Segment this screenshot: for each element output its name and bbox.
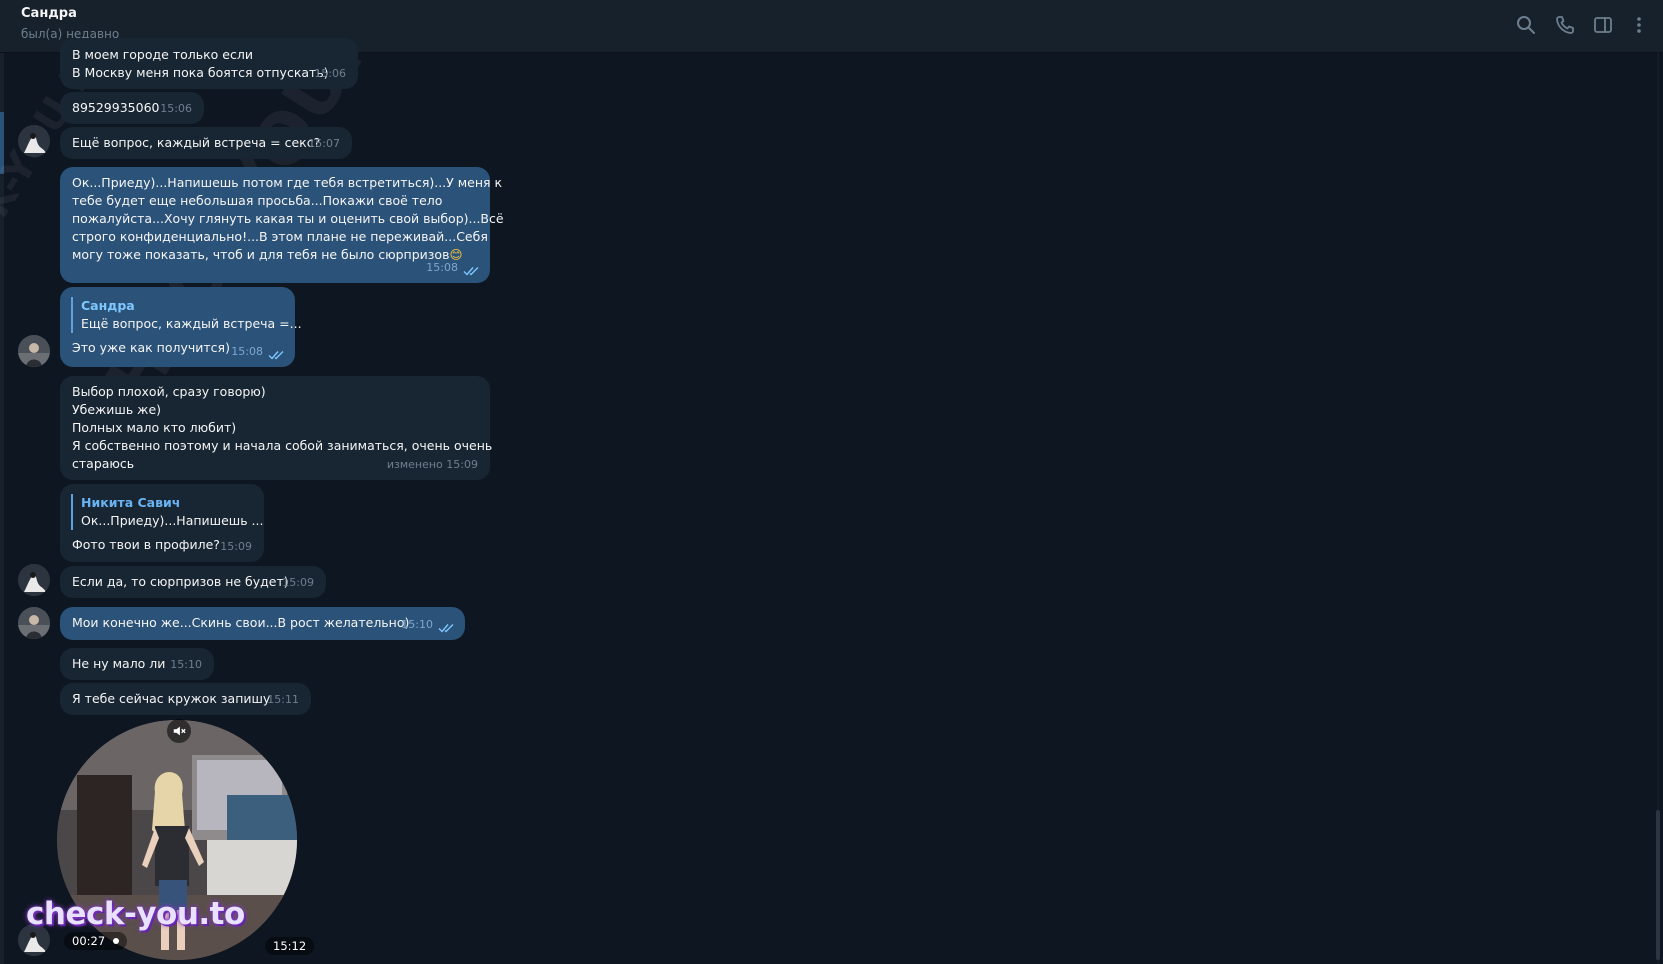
message-outgoing[interactable]: Сандра Ещё вопрос, каждый встреча =... Э… <box>60 287 302 367</box>
message-text: Я тебе сейчас кружок запишу <box>72 691 271 706</box>
video-duration: 00:27 <box>72 934 106 948</box>
phone-icon[interactable] <box>1553 13 1577 37</box>
message-incoming[interactable]: Никита Савич Ок...Приеду)...Напишешь ...… <box>60 484 264 562</box>
watermark-logo: check-you.to <box>26 896 245 932</box>
reply-author: Никита Савич <box>81 495 181 510</box>
search-icon[interactable] <box>1514 13 1538 37</box>
reply-preview[interactable]: Никита Савич Ок...Приеду)...Напишешь ... <box>71 494 264 530</box>
avatar-sandra[interactable] <box>18 125 50 157</box>
avatar-nikita[interactable] <box>18 607 50 639</box>
mute-icon[interactable] <box>167 719 191 743</box>
message-time: 15:10 <box>401 618 433 631</box>
message-text: Ещё вопрос, каждый встреча = секс? <box>72 135 321 150</box>
reply-text: Ещё вопрос, каждый встреча =... <box>81 316 302 331</box>
reply-text: Ок...Приеду)...Напишешь ... <box>81 513 264 528</box>
message-text: Я собственно поэтому и начала собой зани… <box>72 438 493 453</box>
message-text: Выбор плохой, сразу говорю) <box>72 384 266 399</box>
message-incoming[interactable]: Я тебе сейчас кружок запишу 15:11 <box>60 683 311 715</box>
message-incoming[interactable]: Ещё вопрос, каждый встреча = секс? 15:07 <box>60 127 352 159</box>
message-text: В Москву меня пока боятся отпускать) <box>72 65 329 80</box>
message-time: 15:08 <box>231 345 263 358</box>
message-time: 15:09 <box>220 540 252 553</box>
message-incoming[interactable]: Если да, то сюрпризов не будет) 15:09 <box>60 566 326 598</box>
message-text: Мои конечно же...Скинь свои...В рост жел… <box>72 615 410 630</box>
message-text: строго конфиденциально!...В этом плане н… <box>72 229 488 244</box>
message-time: 15:07 <box>308 137 340 150</box>
message-time: 15:08 <box>426 261 458 274</box>
message-time: 15:12 <box>273 939 307 953</box>
video-duration-badge: 00:27 <box>64 932 127 950</box>
message-text: Если да, то сюрпризов не будет) <box>72 574 289 589</box>
message-outgoing[interactable]: Ок...Приеду)...Напишешь потом где тебя в… <box>60 167 504 283</box>
message-time: изменено 15:09 <box>386 458 478 471</box>
avatar-nikita[interactable] <box>18 335 50 367</box>
message-text: Полных мало кто любит) <box>72 420 237 435</box>
message-time: 15:06 <box>160 102 192 115</box>
avatar-sandra[interactable] <box>18 564 50 596</box>
message-text: Убежишь же) <box>72 402 162 417</box>
message-time: 15:11 <box>267 693 299 706</box>
peer-name[interactable]: Сандра <box>21 6 77 21</box>
double-check-icon <box>463 267 479 276</box>
message-incoming[interactable]: 89529935060 15:06 <box>60 92 204 124</box>
double-check-icon <box>438 624 454 633</box>
double-check-icon <box>268 351 284 360</box>
unread-dot-icon <box>112 938 119 944</box>
message-text: могу тоже показать, чтоб и для тебя не б… <box>72 247 450 262</box>
message-incoming[interactable]: В моем городе только если В Москву меня … <box>60 38 358 89</box>
reply-preview[interactable]: Сандра Ещё вопрос, каждый встреча =... <box>71 297 302 333</box>
video-time-badge: 15:12 <box>265 937 315 955</box>
message-text: Ок...Приеду)...Напишешь потом где тебя в… <box>72 175 503 190</box>
chat-scrollbar[interactable] <box>1654 52 1663 964</box>
message-text: пожалуйста...Хочу глянуть какая ты и оце… <box>72 211 504 226</box>
chat-list-edge <box>0 0 4 964</box>
more-vertical-icon[interactable] <box>1627 13 1651 37</box>
message-outgoing[interactable]: Мои конечно же...Скинь свои...В рост жел… <box>60 607 465 640</box>
message-time: 15:09 <box>282 576 314 589</box>
message-incoming[interactable]: Выбор плохой, сразу говорю) Убежишь же) … <box>60 376 493 480</box>
sidebar-toggle-icon[interactable] <box>1591 13 1615 37</box>
message-text: В моем городе только если <box>72 47 253 62</box>
message-text: тебе будет еще небольшая просьба...Покаж… <box>72 193 443 208</box>
reply-author: Сандра <box>81 298 135 313</box>
message-time: 15:10 <box>170 658 202 671</box>
message-time: 15:06 <box>314 67 346 80</box>
message-incoming[interactable]: Не ну мало ли 15:10 <box>60 648 214 680</box>
scrollbar-thumb[interactable] <box>1656 810 1660 960</box>
